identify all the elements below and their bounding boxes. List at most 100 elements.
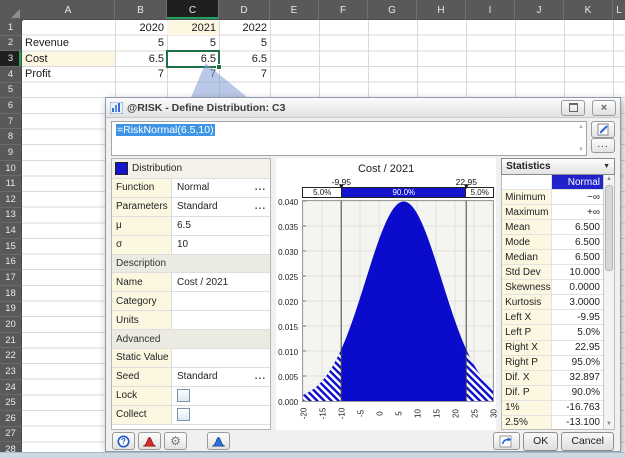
property-value[interactable]: Cost / 2021 (172, 273, 270, 291)
cancel-button[interactable]: Cancel (561, 431, 614, 451)
ok-button[interactable]: OK (523, 431, 559, 451)
property-value[interactable]: 6.5 (172, 217, 270, 235)
row-header-9[interactable]: 9 (0, 145, 22, 161)
formula-scroll[interactable]: ▲ ▼ (578, 124, 584, 153)
insert-into-cell-button[interactable] (493, 432, 521, 450)
property-value[interactable]: 10 (172, 236, 270, 254)
row-header-13[interactable]: 13 (0, 207, 22, 224)
row-header-8[interactable]: 8 (0, 129, 22, 146)
row-header-19[interactable]: 19 (0, 301, 22, 318)
cell-A3[interactable]: Cost (22, 51, 115, 67)
column-header-D[interactable]: D (219, 0, 270, 20)
define-distribution-dialog: @RISK - Define Distribution: C3 × =RiskN… (105, 97, 621, 452)
cell-C1[interactable]: 2021 (167, 20, 219, 36)
row-header-21[interactable]: 21 (0, 332, 22, 349)
property-value[interactable]: Standard... (172, 198, 270, 216)
cell-C2[interactable]: 5 (167, 36, 219, 51)
cell-A2[interactable]: Revenue (22, 36, 115, 51)
red-distribution-button[interactable] (138, 432, 161, 450)
checkbox[interactable] (177, 389, 190, 403)
row-header-15[interactable]: 15 (0, 238, 22, 255)
property-value[interactable] (172, 387, 270, 405)
column-header-K[interactable]: K (564, 0, 613, 20)
property-value[interactable] (172, 292, 270, 310)
cell-B3[interactable]: 6.5 (115, 52, 167, 67)
row-header-22[interactable]: 22 (0, 348, 22, 365)
settings-button[interactable]: ⚙ (164, 432, 187, 450)
row-header-27[interactable]: 27 (0, 426, 22, 443)
row-header-18[interactable]: 18 (0, 285, 22, 302)
scrollbar-thumb[interactable] (605, 185, 613, 271)
cell-B1[interactable]: 2020 (115, 21, 167, 36)
column-header-J[interactable]: J (515, 0, 564, 20)
row-header-4[interactable]: 4 (0, 66, 22, 83)
fill-handle[interactable] (216, 63, 222, 70)
dialog-titlebar[interactable]: @RISK - Define Distribution: C3 × (106, 98, 620, 118)
chart-title: Cost / 2021 (357, 163, 415, 175)
column-header-G[interactable]: G (368, 0, 417, 20)
row-header-25[interactable]: 25 (0, 395, 22, 411)
column-header-B[interactable]: B (115, 0, 167, 20)
property-value[interactable] (172, 406, 270, 424)
column-header-I[interactable]: I (466, 0, 515, 20)
select-all-corner[interactable] (0, 0, 23, 21)
cell-D1[interactable]: 2022 (219, 21, 270, 36)
statistics-dropdown[interactable]: Statistics ▼ (501, 158, 615, 175)
edit-formula-button[interactable] (591, 121, 615, 138)
normal-distribution-plot (302, 200, 495, 402)
cell-D2[interactable]: 5 (219, 36, 270, 51)
property-value[interactable] (172, 311, 270, 329)
column-header-C[interactable]: C (167, 0, 219, 20)
row-header-20[interactable]: 20 (0, 317, 22, 333)
checkbox[interactable] (177, 408, 190, 422)
column-header-L[interactable]: L (613, 0, 625, 20)
cell-B4[interactable]: 7 (115, 67, 167, 82)
delimiter-marker-icon[interactable]: ▼ (462, 183, 470, 191)
scroll-down-icon[interactable]: ▼ (578, 147, 584, 153)
row-header-12[interactable]: 12 (0, 192, 22, 208)
column-header-A[interactable]: A (22, 0, 115, 20)
property-value[interactable]: Normal... (172, 179, 270, 197)
row-header-26[interactable]: 26 (0, 411, 22, 427)
statistic-label: Mode (502, 235, 553, 250)
statistics-scrollbar[interactable]: ▲ ▼ (603, 175, 614, 429)
cell-B2[interactable]: 5 (115, 36, 167, 51)
scroll-up-icon[interactable]: ▲ (578, 124, 584, 130)
x-tick-label: 25 (470, 409, 480, 418)
row-header-7[interactable]: 7 (0, 113, 22, 130)
formula-input[interactable]: =RiskNormal(6.5,10) ▲ ▼ (111, 121, 587, 156)
cell-D3[interactable]: 6.5 (219, 52, 270, 67)
scroll-up-icon[interactable]: ▲ (606, 175, 612, 184)
scroll-down-icon[interactable]: ▼ (606, 420, 612, 429)
formula-more-button[interactable]: ... (591, 137, 615, 153)
row-header-5[interactable]: 5 (0, 82, 22, 99)
property-value[interactable]: Standard... (172, 368, 270, 386)
row-header-1[interactable]: 1 (0, 20, 22, 36)
row-header-11[interactable]: 11 (0, 176, 22, 193)
delimiter-marker-icon[interactable]: ▼ (337, 183, 345, 191)
ellipsis-icon[interactable]: ... (255, 371, 266, 381)
row-header-3[interactable]: 3 (0, 51, 22, 67)
x-tick-label: -15 (318, 407, 328, 420)
column-header-E[interactable]: E (270, 0, 319, 20)
row-header-14[interactable]: 14 (0, 223, 22, 239)
help-button[interactable]: ? (112, 432, 135, 450)
blue-distribution-button[interactable] (207, 432, 230, 450)
property-value[interactable] (172, 349, 270, 367)
ellipsis-icon[interactable]: ... (255, 182, 266, 192)
column-header-H[interactable]: H (417, 0, 466, 20)
column-header-F[interactable]: F (319, 0, 368, 20)
row-header-17[interactable]: 17 (0, 270, 22, 286)
row-header-6[interactable]: 6 (0, 98, 22, 114)
row-header-16[interactable]: 16 (0, 254, 22, 271)
cell-A4[interactable]: Profit (22, 67, 115, 82)
row-header-2[interactable]: 2 (0, 35, 22, 52)
cell-D4[interactable]: 7 (219, 67, 270, 82)
ellipsis-icon[interactable]: ... (255, 201, 266, 211)
maximize-button[interactable] (561, 99, 585, 116)
statistic-value: 10.000 (569, 266, 600, 278)
row-header-23[interactable]: 23 (0, 364, 22, 380)
row-header-10[interactable]: 10 (0, 160, 22, 177)
close-button[interactable]: × (592, 99, 616, 116)
row-header-24[interactable]: 24 (0, 379, 22, 396)
